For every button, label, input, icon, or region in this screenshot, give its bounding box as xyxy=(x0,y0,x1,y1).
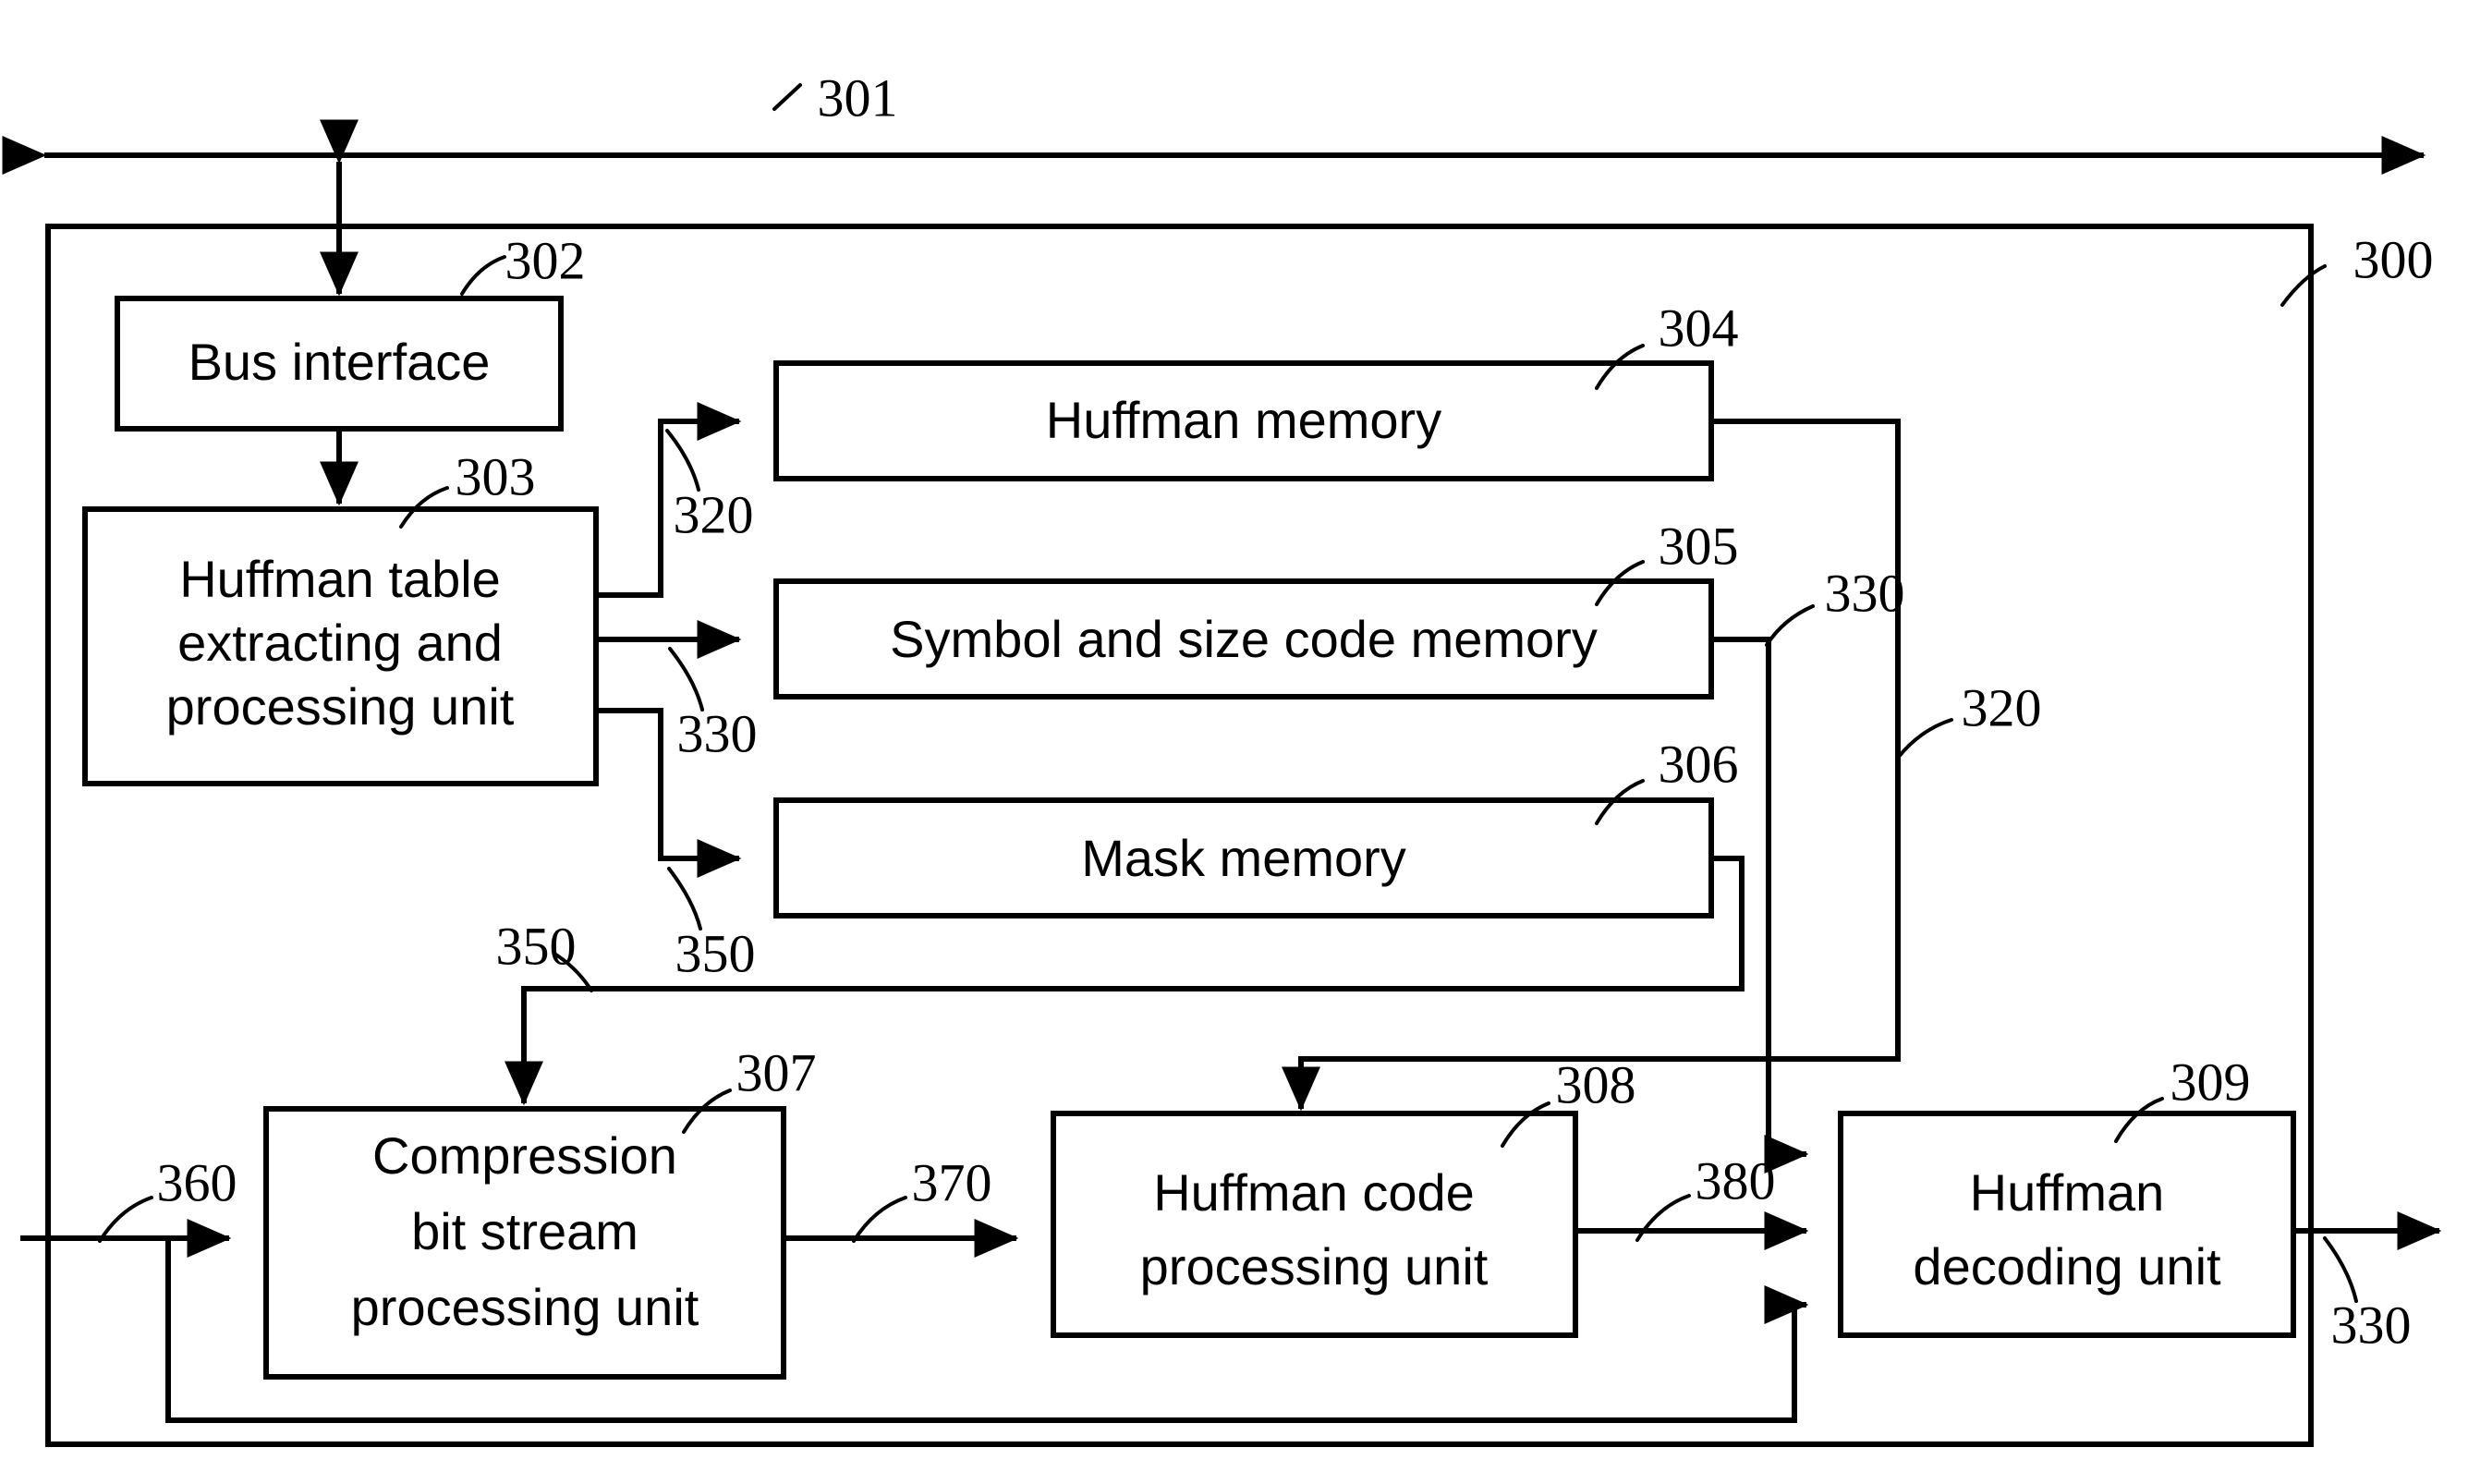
leader-302 xyxy=(460,255,506,296)
leader-360 xyxy=(98,1196,153,1243)
symbol-size-memory-label: Symbol and size code memory xyxy=(890,610,1598,668)
ref-350-left: 350 xyxy=(675,923,756,983)
bus-interface-label: Bus interface xyxy=(188,333,491,391)
ref-301: 301 xyxy=(818,67,898,128)
huffman-table-unit-label-line1: Huffman table xyxy=(179,550,501,608)
leader-300 xyxy=(2280,264,2327,307)
ref-300: 300 xyxy=(2353,229,2434,289)
wire-huffman-memory-to-code-unit xyxy=(1282,419,1901,1112)
compression-bit-unit-label-line3: processing unit xyxy=(351,1278,699,1336)
ref-305: 305 xyxy=(1659,516,1739,576)
ref-330-out: 330 xyxy=(2331,1295,2412,1355)
figure-canvas: Bus interface Huffman table extracting a… xyxy=(0,0,2468,1484)
ref-380: 380 xyxy=(1696,1150,1776,1210)
leader-330-out xyxy=(2323,1236,2358,1303)
patent-block-diagram: Bus interface Huffman table extracting a… xyxy=(2,67,2442,1447)
ref-306: 306 xyxy=(1659,734,1739,794)
mask-memory-label: Mask memory xyxy=(1081,829,1406,887)
compression-bit-unit-label-line1: Compression xyxy=(372,1126,677,1185)
ref-304: 304 xyxy=(1659,298,1739,358)
huffman-table-unit-label-line3: processing unit xyxy=(166,677,515,736)
leader-370 xyxy=(852,1196,907,1243)
ref-350-inner: 350 xyxy=(496,916,577,976)
huffman-code-unit-label-line2: processing unit xyxy=(1140,1237,1489,1295)
ref-320-right: 320 xyxy=(1962,677,2042,737)
huffman-decode-unit-block[interactable] xyxy=(1838,1111,2296,1338)
ref-307: 307 xyxy=(736,1042,817,1102)
huffman-code-unit-label-line1: Huffman code xyxy=(1153,1163,1475,1222)
huffman-decode-unit-label-line1: Huffman xyxy=(1970,1163,2165,1222)
wire-symbol-memory-to-decoding-unit xyxy=(1711,637,1809,1174)
ref-370: 370 xyxy=(912,1152,992,1212)
ref-309: 309 xyxy=(2170,1052,2251,1112)
leader-330-left xyxy=(668,647,704,712)
leader-350-left xyxy=(667,867,702,931)
huffman-decode-unit-label-line2: decoding unit xyxy=(1913,1237,2221,1295)
ref-302: 302 xyxy=(505,230,586,290)
ref-320-left: 320 xyxy=(674,484,754,544)
ref-360: 360 xyxy=(157,1152,237,1212)
ref-330-right: 330 xyxy=(1825,563,1905,623)
leader-330-right xyxy=(1765,604,1815,647)
huffman-table-unit-label-line2: extracting and xyxy=(177,614,503,672)
leader-301 xyxy=(772,83,802,111)
huffman-memory-label: Huffman memory xyxy=(1046,391,1441,449)
ref-303: 303 xyxy=(456,446,536,506)
ref-330-left: 330 xyxy=(677,703,758,763)
leader-320-right xyxy=(1896,718,1953,760)
compression-bit-unit-label-line2: bit stream xyxy=(411,1202,638,1260)
leader-320-left xyxy=(665,429,700,492)
ref-308: 308 xyxy=(1556,1054,1636,1114)
huffman-code-unit-block[interactable] xyxy=(1051,1111,1578,1338)
